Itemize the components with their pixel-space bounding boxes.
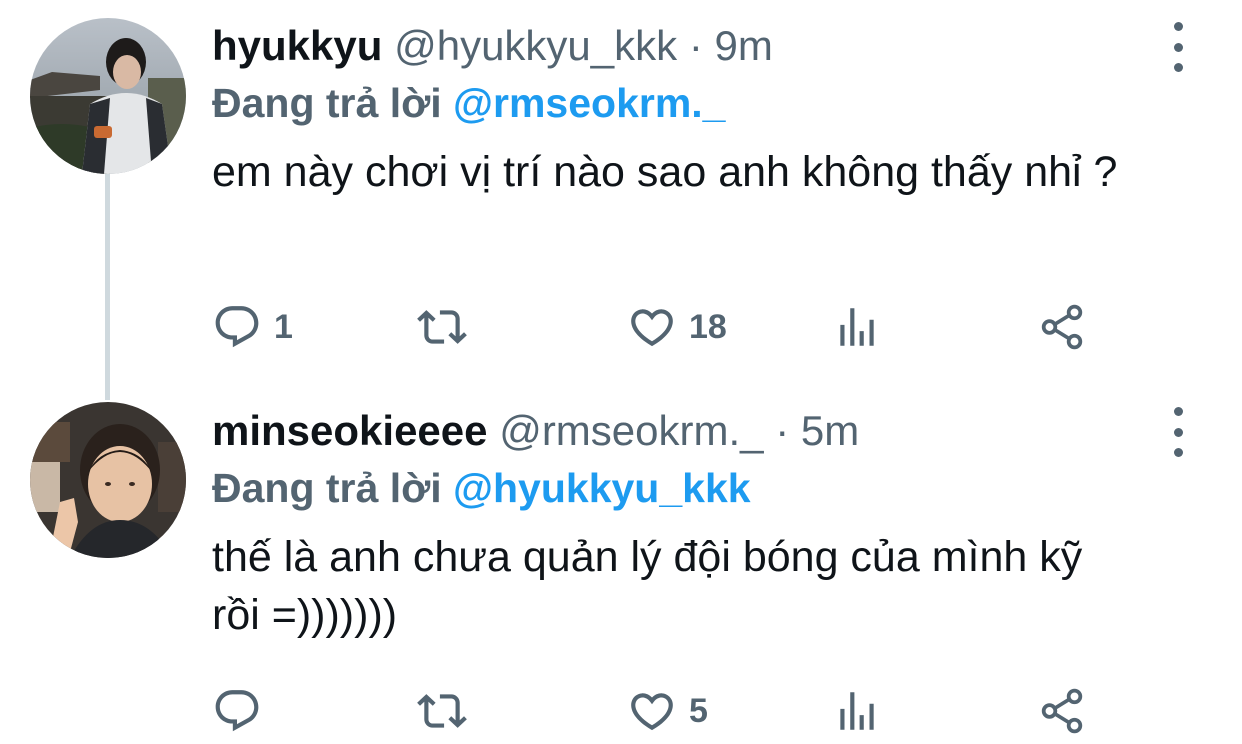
heart-icon [631,693,673,731]
views-button[interactable] [832,681,882,741]
views-icon [840,692,874,730]
retweet-icon [417,694,467,728]
tweet-text: em này chơi vị trí nào sao anh không thấ… [212,148,1118,196]
like-button[interactable]: 18 [627,297,727,357]
replying-to-label: Đang trả lời [212,80,442,126]
retweet-button[interactable] [417,681,467,741]
separator-dot: · [775,407,790,454]
display-name[interactable]: hyukkyu [212,22,382,69]
more-options-button[interactable] [1163,22,1193,72]
mention-link[interactable]: @rmseokrm._ [453,80,725,126]
like-count: 5 [689,691,708,730]
replying-to: Đang trả lời @rmseokrm._ [212,75,1182,131]
views-button[interactable] [832,297,882,357]
action-bar: 5 [212,681,1112,741]
display-name[interactable]: minseokieeee [212,407,488,454]
tweet-header: hyukkyu @hyukkyu_kkk · 9m [212,17,1182,75]
avatar-image [30,18,186,174]
reply-count: 1 [274,307,293,346]
reply-button[interactable] [212,681,274,741]
more-options-button[interactable] [1163,407,1193,457]
avatar[interactable] [30,402,186,558]
mention-link[interactable]: @hyukkyu_kkk [453,465,751,511]
views-icon [840,308,874,346]
tweet-text: thế là anh chưa quản lý đội bóng của mìn… [212,533,1083,639]
more-icon [1173,407,1183,416]
reply-icon [215,306,259,348]
avatar[interactable] [30,18,186,174]
separator-dot: · [688,22,703,69]
tweet-header: minseokieeee @rmseokrm._ · 5m [212,402,1182,460]
user-handle[interactable]: @rmseokrm._ [499,407,763,454]
replying-to-label: Đang trả lời [212,465,442,511]
reply-icon [215,690,259,732]
thread-connector-line [105,172,110,400]
action-bar: 1 18 [212,297,1112,357]
like-button[interactable]: 5 [627,681,708,741]
share-button[interactable] [1037,297,1087,357]
more-icon [1173,22,1183,31]
retweet-button[interactable] [417,297,467,357]
share-icon [1041,304,1083,350]
replying-to: Đang trả lời @hyukkyu_kkk [212,460,1182,516]
retweet-icon [417,310,467,344]
timestamp[interactable]: 9m [715,22,773,69]
reply-button[interactable]: 1 [212,297,293,357]
share-button[interactable] [1037,681,1087,741]
timestamp[interactable]: 5m [801,407,859,454]
like-count: 18 [689,307,727,346]
avatar-image [30,402,186,558]
heart-icon [631,309,673,347]
user-handle[interactable]: @hyukkyu_kkk [394,22,677,69]
share-icon [1041,688,1083,734]
